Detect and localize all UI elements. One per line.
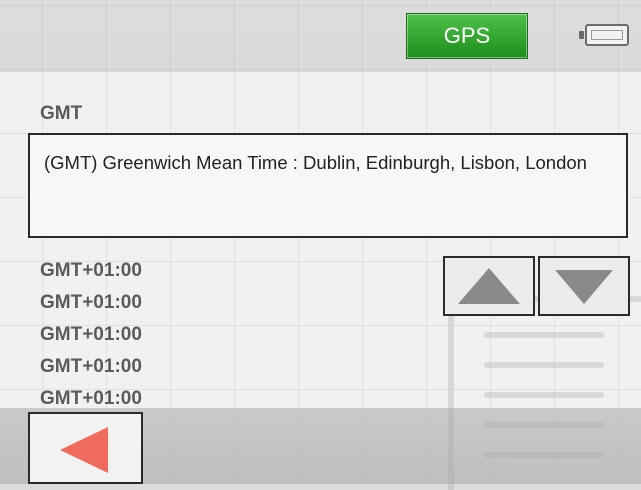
list-item[interactable]: GMT+01:00 bbox=[40, 258, 240, 290]
status-bar bbox=[0, 0, 641, 72]
current-timezone-label: GMT bbox=[40, 103, 83, 124]
gps-button[interactable]: GPS bbox=[406, 13, 528, 59]
battery-icon bbox=[579, 24, 629, 46]
timezone-description-box: (GMT) Greenwich Mean Time : Dublin, Edin… bbox=[28, 133, 628, 238]
list-item[interactable]: GMT+01:00 bbox=[40, 354, 240, 386]
scroll-down-button[interactable] bbox=[538, 256, 630, 316]
background-device-graphic bbox=[448, 296, 641, 490]
triangle-up-icon bbox=[458, 268, 520, 304]
timezone-list[interactable]: GMT+01:00 GMT+01:00 GMT+01:00 GMT+01:00 … bbox=[40, 258, 240, 418]
scroll-up-button[interactable] bbox=[443, 256, 535, 316]
list-item[interactable]: GMT+01:00 bbox=[40, 290, 240, 322]
back-button[interactable] bbox=[28, 412, 143, 484]
timezone-description: (GMT) Greenwich Mean Time : Dublin, Edin… bbox=[44, 152, 587, 173]
list-item[interactable]: GMT+01:00 bbox=[40, 322, 240, 354]
triangle-left-icon bbox=[60, 427, 108, 473]
triangle-down-icon bbox=[555, 270, 613, 304]
